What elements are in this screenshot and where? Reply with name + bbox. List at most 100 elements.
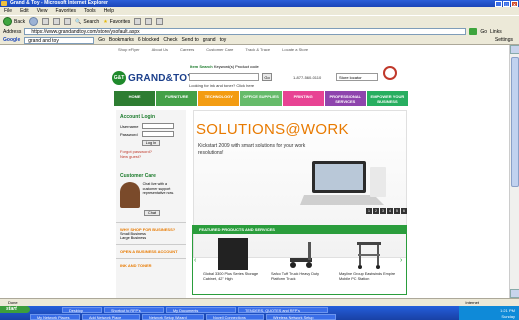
menu-edit[interactable]: Edit <box>20 7 29 15</box>
product-card[interactable]: Safco Tuff Truck Heavy Duty Platform Tru… <box>271 238 331 282</box>
media-icon[interactable] <box>134 18 142 25</box>
task-novell-connections[interactable]: Novell Connections <box>206 313 264 320</box>
product-card[interactable]: Global 3300 Plus Series Storage Cabinet,… <box>203 238 263 282</box>
go-label[interactable]: Go <box>480 29 487 35</box>
left-sidebar: Account Login Username Password Log In F… <box>116 110 186 298</box>
google-search-input[interactable]: grand and toy <box>24 36 95 44</box>
carousel-next-icon[interactable]: › <box>400 256 405 266</box>
task-add-network-place[interactable]: Add Network Place <box>82 313 140 320</box>
home-icon[interactable] <box>64 18 72 25</box>
search-label: Search <box>83 18 100 25</box>
status-text: Done <box>8 300 18 305</box>
tab-professional-services[interactable]: PROFESSIONAL SERVICES <box>324 91 367 106</box>
menu-tools[interactable]: Tools <box>84 7 96 15</box>
refresh-icon[interactable] <box>53 18 61 25</box>
toplink-customer-care[interactable]: Customer Care <box>206 47 233 52</box>
sendto-button[interactable]: Send to <box>182 37 199 43</box>
chat-button[interactable]: Chat <box>144 210 160 216</box>
clock-time[interactable]: 1:21 PM <box>500 308 515 313</box>
new-guest-link[interactable]: New guest? <box>120 154 182 159</box>
task-tenders[interactable]: TENDERS, QUOTES and RFP's <box>238 306 328 313</box>
links-label[interactable]: Links <box>490 29 502 35</box>
scroll-thumb[interactable] <box>511 57 519 187</box>
login-title: Account Login <box>120 114 155 120</box>
google-go-button[interactable]: Go <box>98 37 105 43</box>
popup-blocked-button[interactable]: 6 blocked <box>138 37 159 43</box>
task-shortcut-rfps[interactable]: Shortcut to RFP's <box>104 306 164 313</box>
product-name[interactable]: Safco Tuff Truck Heavy Duty Platform Tru… <box>271 272 331 282</box>
favorites-button[interactable]: ★ Favorites <box>103 19 130 25</box>
login-button[interactable]: Log In <box>142 140 160 146</box>
promo-why-shop[interactable]: WHY SHOP FOR BUSINESS? Small Business La… <box>116 222 186 244</box>
item-search-go[interactable]: Go <box>262 73 272 81</box>
product-code-radio[interactable]: Product code <box>235 64 259 69</box>
highlight-grand[interactable]: grand <box>203 37 216 43</box>
pager-4[interactable]: 4 <box>387 208 393 214</box>
pager-6[interactable]: 6 <box>401 208 407 214</box>
store-locator-select[interactable]: Store locator <box>336 73 378 81</box>
toplink-careers[interactable]: Careers <box>180 47 194 52</box>
toplink-about[interactable]: About Us <box>152 47 168 52</box>
scroll-down-icon[interactable] <box>510 289 519 298</box>
print-icon[interactable] <box>156 18 164 25</box>
address-input[interactable]: https://www.grandandtoy.com/store/ysofau… <box>24 28 467 35</box>
pager-3[interactable]: 3 <box>380 208 386 214</box>
carousel-prev-icon[interactable]: ‹ <box>194 256 199 266</box>
menu-help[interactable]: Help <box>104 7 114 15</box>
cart-icon[interactable] <box>383 66 397 80</box>
highlight-toy[interactable]: toy <box>220 37 227 43</box>
tab-empower[interactable]: EMPOWER YOUR BUSINESS <box>366 91 409 106</box>
search-button[interactable]: 🔍 Search <box>75 19 99 25</box>
tab-furniture[interactable]: FURNITURE <box>156 91 199 106</box>
product-name[interactable]: Mayline Group Eastwinds Empire Mobile PC… <box>339 272 399 282</box>
tab-office-supplies[interactable]: OFFICE SUPPLIES <box>240 91 283 106</box>
customer-care-title: Customer Care <box>120 173 156 179</box>
menu-favorites[interactable]: Favorites <box>55 7 76 15</box>
tab-home[interactable]: HOME <box>114 91 157 106</box>
promo-ink-toner[interactable]: INK AND TONER <box>116 258 186 272</box>
mail-icon[interactable] <box>145 18 153 25</box>
scroll-up-icon[interactable] <box>510 45 519 54</box>
tab-printing[interactable]: PRINTING <box>282 91 325 106</box>
logo-text[interactable]: GRAND&TOY. <box>128 73 196 84</box>
go-arrow-icon[interactable] <box>469 28 478 35</box>
maximize-button[interactable]: □ <box>503 0 510 7</box>
product-card[interactable]: Mayline Group Eastwinds Empire Mobile PC… <box>339 238 399 282</box>
forward-icon[interactable] <box>29 17 39 26</box>
password-input[interactable] <box>142 131 174 137</box>
check-button[interactable]: Check <box>163 37 177 43</box>
logo-mark[interactable]: G&T <box>112 71 126 85</box>
back-button[interactable]: Back <box>3 17 25 26</box>
vertical-scrollbar[interactable] <box>509 45 519 298</box>
toplink-locate[interactable]: Locate a Store <box>282 47 308 52</box>
task-network-places[interactable]: My Network Places <box>30 313 80 320</box>
promo-large[interactable]: Large Business <box>120 236 182 240</box>
task-wireless-setup[interactable]: Wireless Network Setup <box>266 313 336 320</box>
username-input[interactable] <box>142 123 174 129</box>
task-my-documents[interactable]: My Documents <box>166 306 236 313</box>
close-button[interactable]: X <box>511 0 518 7</box>
task-network-setup-wizard[interactable]: Network Setup Wizard <box>142 313 204 320</box>
stop-icon[interactable] <box>42 18 50 25</box>
pager-5[interactable]: 5 <box>394 208 400 214</box>
start-button[interactable]: start <box>0 306 30 313</box>
product-name[interactable]: Global 3300 Plus Series Storage Cabinet,… <box>203 272 263 282</box>
tab-technology[interactable]: TECHNOLOGY <box>198 91 241 106</box>
menu-file[interactable]: File <box>4 7 12 15</box>
toplink-track[interactable]: Track & Trace <box>245 47 270 52</box>
item-search-label: Item Search <box>190 64 213 69</box>
pager-1[interactable]: 1 <box>366 208 372 214</box>
pager-2[interactable]: 2 <box>373 208 379 214</box>
settings-button[interactable]: Settings <box>495 37 513 43</box>
toolbar: Back 🔍 Search ★ Favorites <box>0 15 519 27</box>
keyword-radio[interactable]: Keyword(s) <box>214 64 234 69</box>
item-search-input[interactable] <box>189 73 259 81</box>
ink-toner-link[interactable]: Looking for ink and toner? Click here <box>189 83 254 88</box>
promo-open-account[interactable]: OPEN A BUSINESS ACCOUNT <box>116 244 186 258</box>
task-desktop[interactable]: Desktop <box>62 306 102 313</box>
hero-title: SOLUTIONS@WORK <box>196 121 349 138</box>
menu-view[interactable]: View <box>37 7 48 15</box>
bookmarks-button[interactable]: Bookmarks <box>109 37 134 43</box>
minimize-button[interactable]: _ <box>495 0 502 7</box>
toplink-eflyer[interactable]: Shop eFlyer <box>118 47 140 52</box>
